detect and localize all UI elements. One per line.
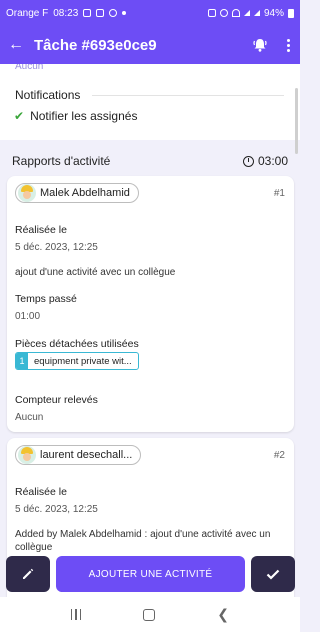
recents-icon[interactable]	[70, 609, 82, 620]
time-spent-value: 01:00	[15, 311, 41, 322]
checkmark-icon	[266, 569, 280, 580]
circle-status-icon	[109, 9, 118, 17]
notify-assignees-option[interactable]: ✔ Notifier les assignés	[14, 109, 137, 123]
report-number: #1	[273, 188, 285, 199]
report-description-continued: collègue	[15, 542, 53, 553]
notify-assignees-label: Notifier les assignés	[30, 109, 138, 123]
report-description: Added by Malek Abdelhamid : ajout d'une …	[15, 529, 271, 540]
time-spent-label: Temps passé	[15, 293, 77, 305]
parts-label: Pièces détachées utilisées	[15, 338, 139, 350]
complete-button[interactable]	[251, 556, 295, 592]
back-icon[interactable]: ❮	[217, 606, 229, 623]
back-arrow-icon[interactable]: ←	[8, 36, 28, 54]
part-quantity: 1	[16, 353, 28, 369]
app-bar: ← Tâche #693e0ce9	[0, 26, 300, 64]
signal-icon	[243, 10, 250, 16]
pencil-icon	[23, 568, 34, 579]
system-navigation-bar: ❮	[0, 597, 300, 632]
notification-dot-icon	[122, 11, 127, 15]
activity-report-card[interactable]: Malek Abdelhamid #1 Réalisée le 5 déc. 2…	[7, 176, 294, 432]
clock: 08:23	[53, 7, 79, 19]
home-icon[interactable]	[143, 608, 156, 621]
sim-icon	[83, 9, 92, 17]
user-chip[interactable]: Malek Abdelhamid	[15, 183, 139, 203]
part-name: equipment private wit...	[34, 355, 132, 367]
user-name: Malek Abdelhamid	[40, 187, 130, 199]
signal-2-icon	[253, 10, 260, 16]
user-name: laurent desechall...	[40, 449, 133, 461]
report-number: #2	[273, 450, 285, 461]
check-icon: ✔	[14, 109, 25, 123]
mute-icon	[207, 9, 216, 17]
user-chip[interactable]: laurent desechall...	[15, 445, 142, 465]
battery-icon	[288, 8, 294, 18]
scrollbar[interactable]	[295, 88, 298, 154]
carrier-label: Orange F	[6, 7, 49, 19]
activity-reports-title: Rapports d'activité	[12, 154, 111, 168]
add-activity-button[interactable]: AJOUTER UNE ACTIVITÉ	[56, 556, 245, 592]
total-time-value: 03:00	[257, 154, 288, 168]
activity-reports-header: Rapports d'activité 03:00	[0, 154, 300, 168]
edit-button[interactable]	[6, 556, 50, 592]
notifications-section: Aucun Notifications ✔ Notifier les assig…	[0, 64, 300, 140]
section-divider	[92, 95, 284, 96]
notifications-title: Notifications	[15, 88, 81, 102]
more-vert-icon[interactable]	[284, 38, 292, 52]
counter-label: Compteur relevés	[15, 394, 98, 406]
wifi-icon	[231, 9, 240, 17]
total-time: 03:00	[242, 154, 288, 168]
task-content[interactable]: Aucun Notifications ✔ Notifier les assig…	[0, 64, 300, 597]
avatar	[18, 446, 36, 464]
bell-ring-icon[interactable]	[252, 37, 268, 53]
battery-percent: 94%	[263, 7, 284, 19]
status-bar: Orange F 08:23 94%	[0, 0, 300, 26]
done-value: 5 déc. 2023, 12:25	[15, 242, 98, 253]
previous-field-value: Aucun	[15, 64, 44, 72]
done-label: Réalisée le	[15, 486, 67, 498]
spare-part-chip[interactable]: 1 equipment private wit...	[15, 352, 139, 370]
page-title: Tâche #693e0ce9	[34, 36, 157, 54]
media-icon	[96, 9, 105, 17]
done-value: 5 déc. 2023, 12:25	[15, 504, 98, 515]
done-label: Réalisée le	[15, 224, 67, 236]
report-description: ajout d'une activité avec un collègue	[15, 267, 176, 278]
alarm-icon	[219, 9, 228, 17]
stopwatch-icon	[242, 155, 254, 167]
avatar	[18, 184, 36, 202]
counter-value: Aucun	[15, 412, 44, 423]
